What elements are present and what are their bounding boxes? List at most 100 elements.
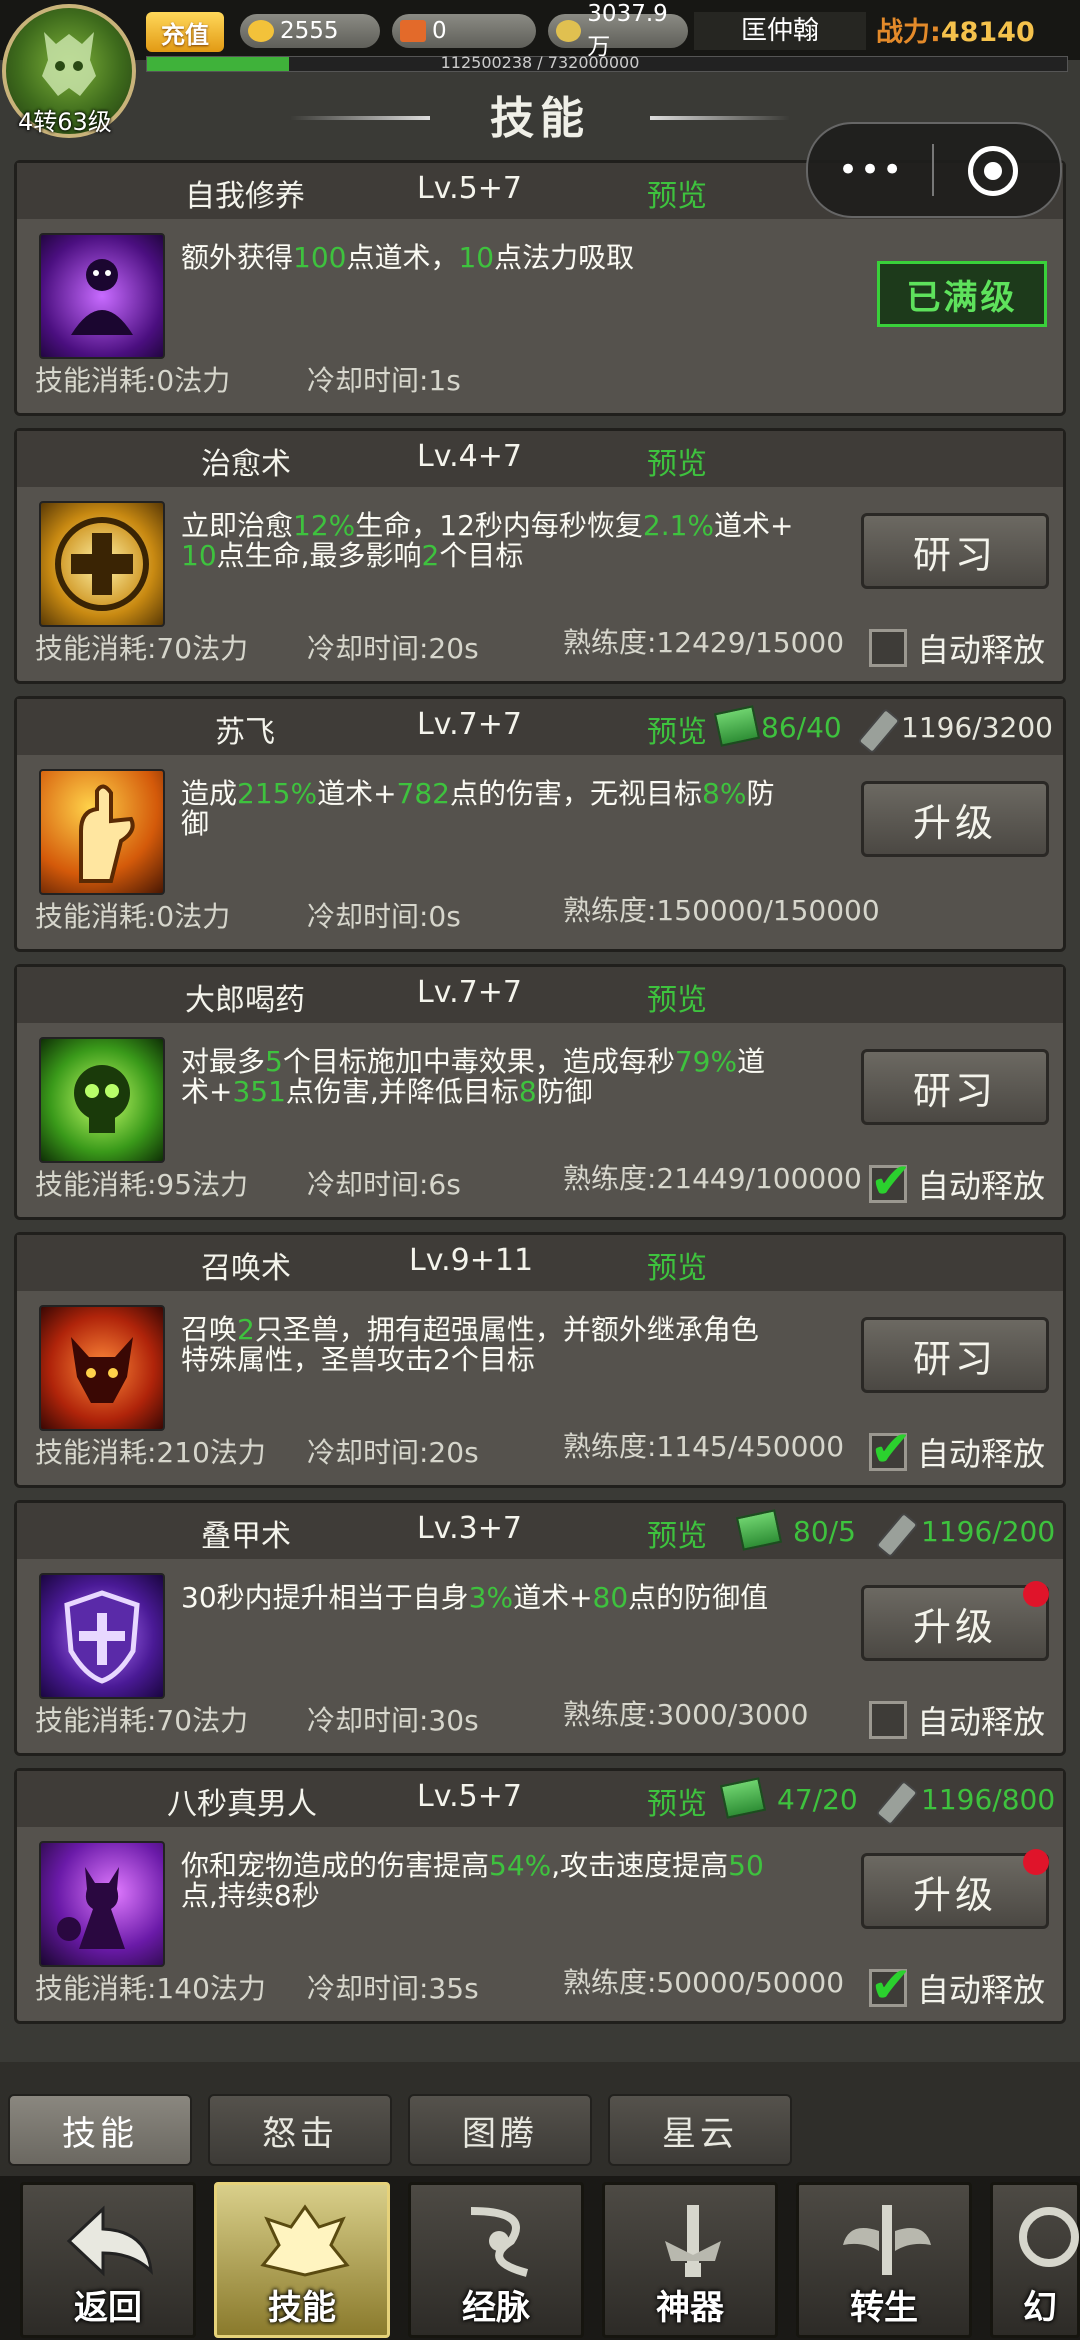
subtab-skills[interactable]: 技能 [8, 2094, 192, 2166]
preview-link[interactable]: 预览 [647, 1243, 707, 1287]
skill-cost: 技能消耗:95法力 [35, 1168, 249, 1201]
desc-part: 10 [458, 241, 495, 274]
preview-link[interactable]: 预览 [647, 707, 707, 751]
recharge-button[interactable]: 充值 [146, 12, 224, 52]
skill-card-header [17, 967, 1063, 1023]
coin-value: 3037.9万 [587, 1, 668, 60]
skill-card-6: 八秒真男人 Lv.5+7 预览 47/20 1196/800 你和宠物造成的伤害… [14, 1768, 1066, 2024]
auto-cast-toggle[interactable]: 自动释放 [869, 1697, 1045, 1743]
auto-cast-checkbox[interactable] [869, 629, 907, 667]
close-miniprogram-icon[interactable] [968, 146, 1018, 196]
nav-label: 幻 [1023, 2288, 1057, 2328]
skill-proficiency: 熟练度:50000/50000 [563, 1966, 845, 1999]
skill-level: Lv.5+7 [417, 1779, 522, 1814]
skill-name: 自我修养 [185, 179, 305, 214]
more-icon[interactable]: ••• [838, 150, 904, 190]
auto-cast-checkbox[interactable] [869, 1420, 912, 1478]
study-button[interactable]: 研习 [861, 1049, 1049, 1125]
nav-skills[interactable]: 技能 [214, 2182, 390, 2338]
winged-sword-icon [843, 2205, 931, 2275]
skill-card-1: 治愈术 Lv.4+7 预览 立即治愈12%生命，12秒内每秒恢复2.1%道术+ 1… [14, 428, 1066, 684]
desc-part: 点法力吸取 [494, 241, 635, 274]
preview-link[interactable]: 预览 [647, 171, 707, 215]
auto-cast-label: 自动释放 [917, 1971, 1046, 2009]
nav-label: 神器 [656, 2288, 724, 2328]
preview-link[interactable]: 预览 [647, 439, 707, 483]
preview-link[interactable]: 预览 [647, 1511, 707, 1555]
skill-description: 立即治愈12%生命，12秒内每秒恢复2.1%道术+ 10点生命,最多影响2个目标 [181, 509, 794, 572]
purple-shield-icon [39, 1573, 165, 1699]
auto-cast-label: 自动释放 [917, 1435, 1046, 1473]
preview-link[interactable]: 预览 [647, 975, 707, 1019]
skill-cooldown: 冷却时间:35s [307, 1972, 479, 2005]
skill-book-count: 47/20 [777, 1783, 858, 1816]
upgrade-button[interactable]: 升级 [861, 1585, 1049, 1661]
coin-icon [556, 20, 582, 42]
skill-proficiency: 熟练度:150000/150000 [563, 894, 880, 927]
study-button[interactable]: 研习 [861, 1317, 1049, 1393]
auto-cast-toggle[interactable]: 自动释放 [869, 1152, 1045, 1210]
auto-cast-checkbox[interactable] [869, 1956, 912, 2014]
ticket-icon [400, 20, 426, 42]
scroll-count: 1196/800 [921, 1783, 1056, 1816]
skill-card-header [17, 1235, 1063, 1291]
skill-cooldown: 冷却时间:20s [307, 1436, 479, 1469]
skill-proficiency: 熟练度:12429/15000 [563, 626, 845, 659]
skill-level: Lv.9+11 [409, 1243, 534, 1278]
capsule-divider [932, 144, 934, 196]
artifact-sword-icon [665, 2205, 721, 2277]
nav-meridians[interactable]: 经脉 [408, 2182, 584, 2338]
nav-back[interactable]: 返回 [20, 2182, 196, 2338]
back-arrow-icon [66, 2205, 153, 2277]
auto-cast-toggle[interactable]: 自动释放 [869, 1956, 1046, 2014]
nav-rebirth[interactable]: 转生 [796, 2182, 972, 2338]
auto-cast-toggle[interactable]: 自动释放 [869, 1420, 1046, 1478]
skill-description: 造成215%道术+782点的伤害，无视目标8%防御 [181, 777, 775, 840]
scroll-count: 1196/200 [921, 1515, 1056, 1548]
golden-cross-icon [39, 501, 165, 627]
skill-card-2: 苏飞 Lv.7+7 预览 86/40 1196/3200 造成215%道术+78… [14, 696, 1066, 952]
skill-name: 八秒真男人 [167, 1787, 317, 1822]
upgrade-button[interactable]: 升级 [861, 1853, 1049, 1929]
skill-cooldown: 冷却时间:20s [307, 632, 479, 665]
skill-card-3: 大郎喝药 Lv.7+7 预览 对最多5个目标施加中毒效果，造成每秒79%道 术+3… [14, 964, 1066, 1220]
nav-illusion[interactable]: 幻 [990, 2182, 1080, 2338]
notification-dot [1023, 1581, 1049, 1607]
auto-cast-checkbox[interactable] [869, 1701, 907, 1739]
skill-cost: 技能消耗:210法力 [35, 1436, 266, 1469]
desc-part: 100 [293, 241, 347, 274]
auto-cast-checkbox[interactable] [869, 1152, 912, 1210]
gold-value: 2555 [280, 18, 339, 44]
skill-cost: 技能消耗:0法力 [35, 900, 231, 933]
skill-level: Lv.5+7 [417, 171, 522, 206]
purple-meditation-icon [39, 233, 165, 359]
skill-description: 30秒内提升相当于自身3%道术+80点的防御值 [181, 1581, 769, 1614]
nav-label: 技能 [268, 2288, 336, 2328]
desc-part: 额外获得 [181, 241, 294, 274]
ticket-value: 0 [432, 18, 447, 44]
auto-cast-toggle[interactable]: 自动释放 [869, 625, 1045, 671]
skill-name: 苏飞 [215, 715, 275, 750]
skill-proficiency: 熟练度:3000/3000 [563, 1698, 809, 1731]
subtab-rage-strike[interactable]: 怒击 [208, 2094, 392, 2166]
scroll-count: 1196/3200 [901, 711, 1053, 744]
skill-cooldown: 冷却时间:1s [307, 364, 461, 397]
power-label: 战力: [876, 17, 941, 48]
skill-card-header [17, 431, 1063, 487]
flame-hand-icon [39, 769, 165, 895]
subtab-nebula[interactable]: 星云 [608, 2094, 792, 2166]
skill-description: 你和宠物造成的伤害提高54%,攻击速度提高50 点,持续8秒 [181, 1849, 764, 1912]
study-button[interactable]: 研习 [861, 513, 1049, 589]
auto-cast-label: 自动释放 [917, 631, 1046, 669]
nav-label: 经脉 [462, 2288, 530, 2328]
skill-description: 额外获得100点道术，10点法力吸取 [181, 243, 851, 273]
title-decoration-right [650, 116, 790, 120]
skill-level: Lv.7+7 [417, 975, 522, 1010]
skill-book-count: 80/5 [793, 1515, 856, 1548]
skill-description: 召唤2只圣兽，拥有超强属性，并额外继承角色 特殊属性，圣兽攻击2个目标 [181, 1313, 759, 1376]
subtab-totem[interactable]: 图腾 [408, 2094, 592, 2166]
preview-link[interactable]: 预览 [647, 1779, 707, 1823]
upgrade-button[interactable]: 升级 [861, 781, 1049, 857]
notification-dot [1023, 1849, 1049, 1875]
nav-artifact[interactable]: 神器 [602, 2182, 778, 2338]
